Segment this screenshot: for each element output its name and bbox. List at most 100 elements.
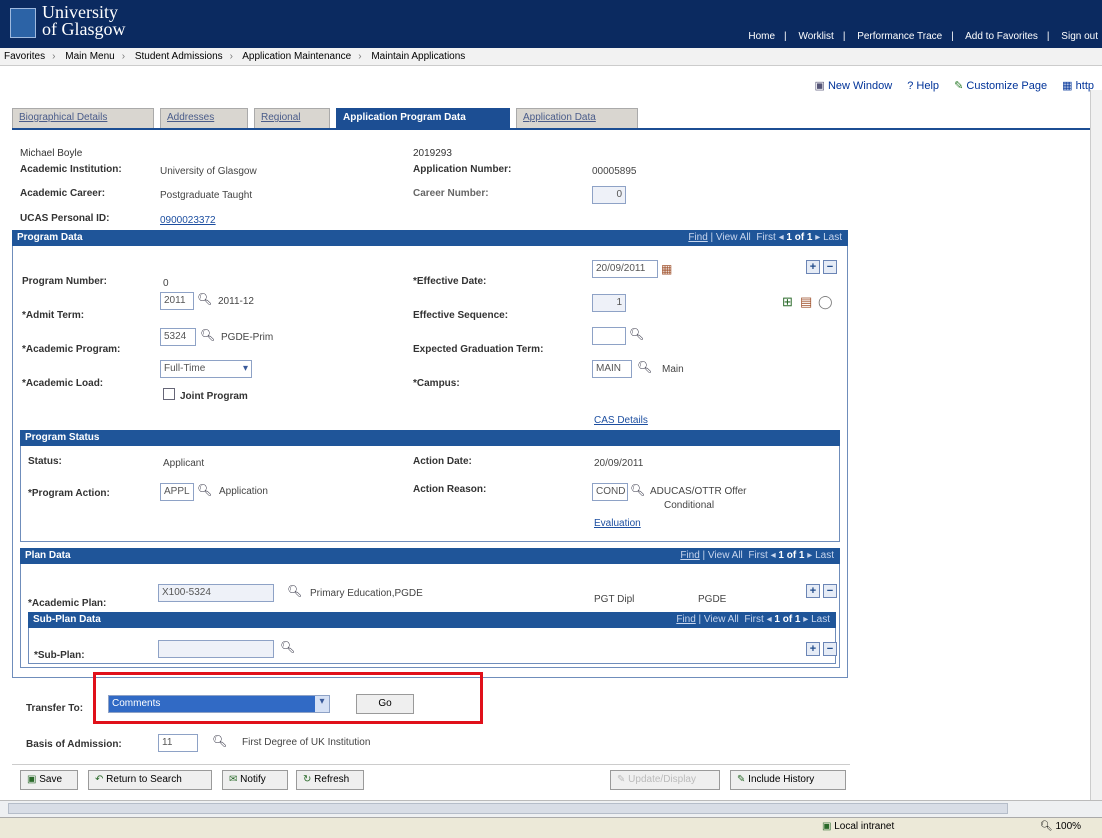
admit-term-label: *Admit Term: — [22, 310, 85, 321]
horizontal-scrollbar[interactable] — [0, 800, 1102, 817]
delete-row-button[interactable]: − — [823, 260, 837, 274]
home-link[interactable]: Home — [748, 31, 775, 42]
add-row-button[interactable]: + — [806, 260, 820, 274]
include-history-button[interactable]: ✎ Include History — [730, 770, 846, 790]
subplan-delete-row-button[interactable]: − — [823, 642, 837, 656]
plan-add-row-button[interactable]: + — [806, 584, 820, 598]
academic-plan-search-icon[interactable]: 🔍︎ — [287, 584, 302, 598]
status-value: Applicant — [163, 458, 205, 469]
basis-of-admission-input[interactable]: 11 — [158, 734, 198, 752]
notify-button[interactable]: ✉ Notify — [222, 770, 288, 790]
sub-plan-label: *Sub-Plan: — [34, 650, 85, 661]
tab-application-program-data[interactable]: Application Program Data — [336, 108, 510, 128]
add-to-favorites-link[interactable]: Add to Favorites — [965, 31, 1038, 42]
academic-plan-input[interactable]: X100-5324 — [158, 584, 274, 602]
tab-addresses[interactable]: Addresses — [160, 108, 248, 128]
chevron-down-icon: ▾ — [242, 363, 248, 374]
expected-graduation-term-input[interactable] — [592, 327, 626, 345]
academic-program-label: *Academic Program: — [22, 344, 121, 355]
refresh-button[interactable]: ↻ Refresh — [296, 770, 364, 790]
program-prev-icon[interactable]: ◂ — [779, 232, 784, 243]
customize-icon: ✎ — [954, 80, 964, 92]
program-action-input[interactable]: APPL — [160, 483, 194, 501]
calendar-icon[interactable]: ▦ — [661, 262, 672, 276]
subplan-view-all-link[interactable]: View All — [704, 614, 739, 625]
sign-out-link[interactable]: Sign out — [1061, 31, 1098, 42]
plan-first-link[interactable]: First — [748, 550, 767, 561]
new-window-link[interactable]: ▣ New Window — [803, 80, 893, 92]
plan-last-link[interactable]: Last — [815, 550, 834, 561]
plan-next-icon[interactable]: ▸ — [807, 550, 812, 561]
save-button[interactable]: ▣ Save — [20, 770, 78, 790]
program-find-link[interactable]: Find — [688, 232, 707, 243]
tab-regional[interactable]: Regional — [254, 108, 330, 128]
cas-details-link[interactable]: CAS Details — [594, 415, 648, 426]
joint-program-checkbox[interactable] — [163, 388, 175, 400]
breadcrumb-application-maintenance[interactable]: Application Maintenance — [242, 51, 351, 62]
help-link[interactable]: ? Help — [907, 80, 939, 92]
subplan-prev-icon[interactable]: ◂ — [767, 614, 772, 625]
evaluation-link[interactable]: Evaluation — [594, 518, 641, 529]
subplan-last-link[interactable]: Last — [811, 614, 830, 625]
action-reason-search-icon[interactable]: 🔍︎ — [630, 483, 645, 497]
basis-of-admission-search-icon[interactable]: 🔍︎ — [212, 734, 227, 748]
admit-term-search-icon[interactable]: 🔍︎ — [197, 292, 212, 306]
scroll-thumb[interactable] — [8, 803, 1008, 814]
breadcrumb-student-admissions[interactable]: Student Admissions — [135, 51, 223, 62]
academic-program-input[interactable]: 5324 — [160, 328, 196, 346]
joint-program-label: Joint Program — [180, 391, 248, 402]
program-last-link[interactable]: Last — [823, 232, 842, 243]
academic-load-value: Full-Time — [164, 363, 206, 374]
tree-view-icon[interactable]: ⊞ — [782, 294, 793, 310]
vertical-scrollbar[interactable] — [1090, 90, 1102, 800]
breadcrumb-main-menu[interactable]: Main Menu — [65, 51, 114, 62]
sub-plan-search-icon[interactable]: 🔍︎ — [280, 640, 295, 654]
customize-page-link[interactable]: ✎ Customize Page — [954, 80, 1047, 92]
program-first-link[interactable]: First — [756, 232, 775, 243]
effective-sequence-field: 1 — [592, 294, 626, 312]
sub-plan-input[interactable] — [158, 640, 274, 658]
effective-date-label: *Effective Date: — [413, 276, 487, 287]
plan-find-link[interactable]: Find — [680, 550, 699, 561]
zoom-level[interactable]: 🔍︎ 100% — [1040, 821, 1081, 832]
performance-trace-link[interactable]: Performance Trace — [857, 31, 942, 42]
academic-program-search-icon[interactable]: 🔍︎ — [200, 328, 215, 342]
sub-plan-title: Sub-Plan Data — [33, 614, 101, 625]
notes-icon[interactable]: ▤ — [800, 294, 812, 310]
return-to-search-button[interactable]: ↶ Return to Search — [88, 770, 212, 790]
plan-prev-icon[interactable]: ◂ — [771, 550, 776, 561]
tab-application-data[interactable]: Application Data — [516, 108, 638, 128]
plan-view-all-link[interactable]: View All — [708, 550, 743, 561]
subplan-next-icon[interactable]: ▸ — [803, 614, 808, 625]
academic-load-select[interactable]: Full-Time ▾ — [160, 360, 252, 378]
logo-line-2: of Glasgow — [42, 19, 126, 39]
tab-underline — [12, 128, 1094, 130]
program-action-search-icon[interactable]: 🔍︎ — [197, 483, 212, 497]
new-window-label: New Window — [827, 80, 893, 92]
program-next-icon[interactable]: ▸ — [815, 232, 820, 243]
subplan-add-row-button[interactable]: + — [806, 642, 820, 656]
plan-data-title: Plan Data — [25, 550, 71, 561]
breadcrumb-favorites[interactable]: Favorites — [4, 51, 45, 62]
action-reason-input[interactable]: COND — [592, 483, 628, 501]
tab-biographical-details[interactable]: Biographical Details — [12, 108, 154, 128]
subplan-first-link[interactable]: First — [744, 614, 763, 625]
plan-delete-row-button[interactable]: − — [823, 584, 837, 598]
worklist-link[interactable]: Worklist — [798, 31, 833, 42]
subplan-find-link[interactable]: Find — [676, 614, 695, 625]
campus-description: Main — [662, 364, 684, 375]
expected-graduation-search-icon[interactable]: 🔍︎ — [629, 327, 644, 341]
breadcrumb: Favorites › Main Menu › Student Admissions… — [0, 48, 1102, 66]
save-icon: ▣ — [27, 774, 37, 785]
breadcrumb-maintain-applications[interactable]: Maintain Applications — [371, 51, 465, 62]
student-name: Michael Boyle — [20, 148, 83, 159]
program-view-all-link[interactable]: View All — [716, 232, 751, 243]
comment-icon[interactable]: ◯ — [818, 294, 833, 310]
campus-input[interactable]: MAIN — [592, 360, 632, 378]
campus-search-icon[interactable]: 🔍︎ — [637, 360, 652, 374]
admit-term-input[interactable]: 2011 — [160, 292, 194, 310]
notify-label: Notify — [240, 774, 266, 785]
include-history-icon: ✎ — [737, 774, 746, 785]
ucas-personal-id-link[interactable]: 0900023372 — [160, 215, 216, 226]
effective-date-input[interactable]: 20/09/2011 — [592, 260, 658, 278]
